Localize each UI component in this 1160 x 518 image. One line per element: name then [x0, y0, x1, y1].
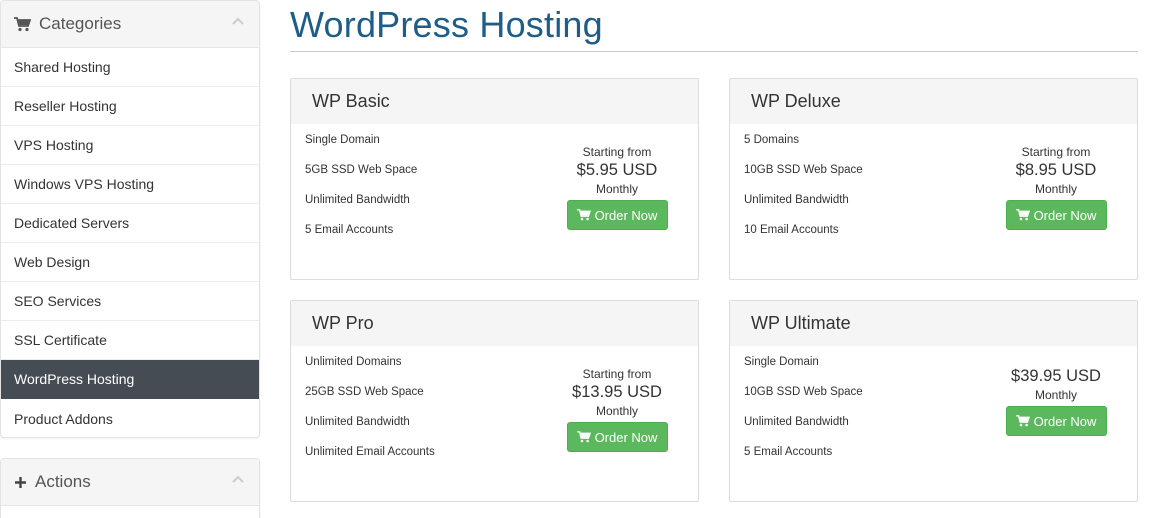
feature-item: 10 Email Accounts	[744, 224, 839, 236]
order-now-label: Order Now	[594, 429, 658, 445]
sidebar-item-product-addons[interactable]: Product Addons	[1, 399, 259, 438]
product-name: WP Basic	[291, 79, 698, 124]
category-list: Shared Hosting Reseller Hosting VPS Host…	[1, 48, 259, 438]
shopping-cart-icon	[1015, 415, 1030, 427]
price: $39.95 USD	[1011, 367, 1101, 385]
title-divider	[290, 51, 1138, 52]
price: $5.95 USD	[576, 161, 658, 179]
sidebar-item-label: SEO Services	[14, 293, 102, 309]
shopping-cart-icon	[14, 16, 31, 31]
product-name: WP Ultimate	[730, 301, 1137, 346]
feature-list: Single Domain 5GB SSD Web Space Unlimite…	[305, 133, 417, 253]
billing-cycle: Monthly	[1034, 182, 1078, 196]
sidebar-item-label: Reseller Hosting	[14, 98, 117, 114]
feature-item: 25GB SSD Web Space	[305, 386, 424, 398]
feature-item: Single Domain	[744, 356, 819, 368]
feature-item: 5 Email Accounts	[305, 224, 394, 236]
sidebar-item-shared-hosting[interactable]: Shared Hosting	[1, 48, 259, 87]
feature-item: 10GB SSD Web Space	[744, 386, 863, 398]
chevron-up-icon[interactable]	[231, 473, 245, 487]
feature-item: 5 Email Accounts	[744, 446, 833, 458]
plus-icon	[15, 476, 26, 488]
page-title: WordPress Hosting	[290, 4, 603, 45]
product-card-wp-pro: WP Pro Unlimited Domains 25GB SSD Web Sp…	[290, 300, 699, 502]
shopping-cart-icon	[576, 209, 591, 221]
actions-header[interactable]: Actions	[1, 459, 259, 506]
order-now-button[interactable]: Order Now	[1005, 406, 1107, 436]
sidebar-item-label: Web Design	[14, 254, 91, 270]
sidebar-item-seo-services[interactable]: SEO Services	[1, 282, 259, 321]
sidebar-item-vps-hosting[interactable]: VPS Hosting	[1, 126, 259, 165]
price: $13.95 USD	[572, 383, 662, 401]
billing-cycle: Monthly	[595, 404, 639, 418]
product-card-wp-deluxe: WP Deluxe 5 Domains 10GB SSD Web Space U…	[729, 78, 1138, 280]
order-now-button[interactable]: Order Now	[566, 422, 668, 452]
sidebar-item-label: Product Addons	[14, 410, 113, 427]
feature-list: Single Domain 10GB SSD Web Space Unlimit…	[744, 355, 863, 475]
starting-from-label: Starting from	[582, 145, 652, 159]
sidebar-item-label: WordPress Hosting	[14, 371, 135, 387]
sidebar-item-ssl-certificate[interactable]: SSL Certificate	[1, 321, 259, 360]
product-card-wp-basic: WP Basic Single Domain 5GB SSD Web Space…	[290, 78, 699, 280]
feature-item: 5 Domains	[744, 134, 799, 146]
product-name: WP Pro	[291, 301, 698, 346]
order-now-label: Order Now	[1033, 413, 1097, 429]
sidebar-item-windows-vps-hosting[interactable]: Windows VPS Hosting	[1, 165, 259, 204]
feature-item: Unlimited Bandwidth	[744, 416, 849, 428]
sidebar-item-reseller-hosting[interactable]: Reseller Hosting	[1, 87, 259, 126]
order-now-button[interactable]: Order Now	[566, 200, 668, 230]
sidebar-item-web-design[interactable]: Web Design	[1, 243, 259, 282]
sidebar-item-label: Windows VPS Hosting	[14, 176, 155, 192]
feature-item: Single Domain	[305, 134, 380, 146]
feature-list: 5 Domains 10GB SSD Web Space Unlimited B…	[744, 133, 863, 253]
order-now-label: Order Now	[594, 207, 658, 223]
chevron-up-icon[interactable]	[231, 15, 245, 29]
shopping-cart-icon	[576, 431, 591, 443]
starting-from-label: Starting from	[582, 367, 652, 381]
feature-item: Unlimited Domains	[305, 356, 402, 368]
feature-item: 5GB SSD Web Space	[305, 164, 418, 176]
feature-item: Unlimited Bandwidth	[305, 194, 410, 206]
starting-from-label: Starting from	[1021, 145, 1091, 159]
feature-list: Unlimited Domains 25GB SSD Web Space Unl…	[305, 355, 435, 475]
feature-item: Unlimited Bandwidth	[744, 194, 849, 206]
actions-title: Actions	[35, 472, 91, 491]
price-box: Starting from $13.95 USD Monthly Order N…	[557, 367, 677, 452]
price-box: Starting from $8.95 USD Monthly Order No…	[996, 145, 1116, 230]
categories-header[interactable]: Categories	[1, 1, 259, 48]
sidebar-item-label: SSL Certificate	[14, 332, 107, 348]
price-box: $39.95 USD Monthly Order Now	[996, 367, 1116, 436]
billing-cycle: Monthly	[1034, 388, 1078, 402]
product-name: WP Deluxe	[730, 79, 1137, 124]
sidebar-item-label: Dedicated Servers	[14, 215, 130, 231]
price: $8.95 USD	[1015, 161, 1097, 179]
categories-panel: Categories Shared Hosting Reseller Hosti…	[0, 0, 260, 438]
actions-panel: Actions	[0, 458, 260, 518]
order-now-button[interactable]: Order Now	[1005, 200, 1107, 230]
shopping-cart-icon	[1015, 209, 1030, 221]
billing-cycle: Monthly	[595, 182, 639, 196]
product-card-wp-ultimate: WP Ultimate Single Domain 10GB SSD Web S…	[729, 300, 1138, 502]
sidebar-item-label: Shared Hosting	[14, 59, 111, 75]
price-box: Starting from $5.95 USD Monthly Order No…	[557, 145, 677, 230]
sidebar-item-wordpress-hosting[interactable]: WordPress Hosting	[1, 360, 259, 399]
sidebar-item-label: VPS Hosting	[14, 137, 94, 153]
order-now-label: Order Now	[1033, 207, 1097, 223]
sidebar-item-dedicated-servers[interactable]: Dedicated Servers	[1, 204, 259, 243]
feature-item: 10GB SSD Web Space	[744, 164, 863, 176]
feature-item: Unlimited Email Accounts	[305, 446, 435, 458]
categories-title: Categories	[39, 14, 122, 33]
feature-item: Unlimited Bandwidth	[305, 416, 410, 428]
